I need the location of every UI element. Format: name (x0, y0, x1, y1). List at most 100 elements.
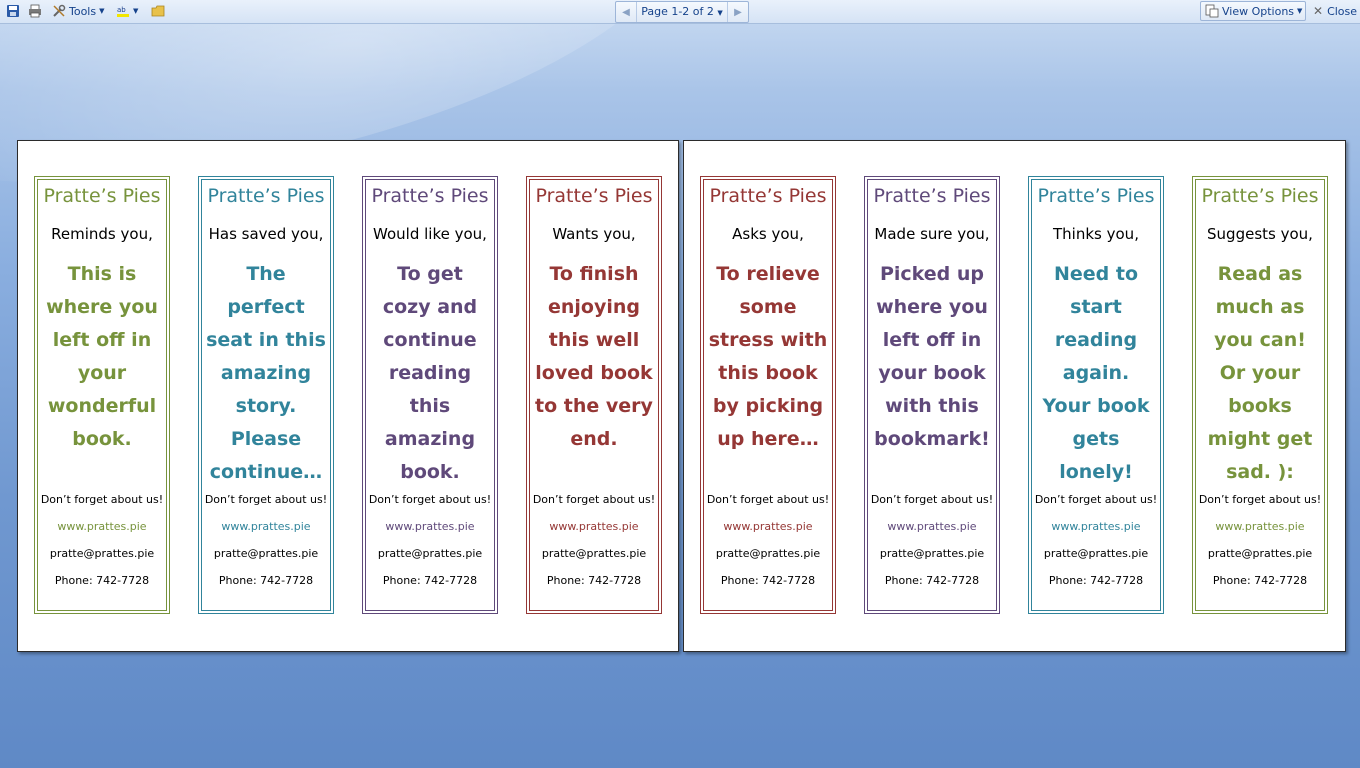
footer-phone: Phone: 742-7728 (54, 574, 150, 587)
bookmark-message: This is where you left off in your wonde… (46, 263, 158, 450)
bookmark-footer: Don’t forget about us! www.prattes.pie pra… (366, 486, 494, 594)
footer-phone: Phone: 742-7728 (1048, 574, 1144, 587)
footer-reminder: Don’t forget about us! (40, 493, 164, 506)
page-indicator[interactable]: Page 1-2 of 2 ▼ (636, 2, 728, 22)
arrow-left-icon: ◀ (622, 6, 630, 18)
bookmark-card: Pratte’s Pies Asks you, To relieve some st… (700, 176, 836, 614)
footer-reminder: Don’t forget about us! (368, 493, 492, 506)
bookmark-intro: Wants you, (552, 225, 636, 243)
bookmark-footer: Don’t forget about us! www.prattes.pie pra… (1196, 486, 1324, 594)
footer-website: www.prattes.pie (887, 520, 977, 533)
view-options-icon (1205, 4, 1219, 18)
bookmark-intro: Suggests you, (1207, 225, 1313, 243)
bookmark-card: Pratte’s Pies Reminds you, This is where y… (34, 176, 170, 614)
bookmark-inner-border: Pratte’s Pies Made sure you, Picked up whe… (867, 179, 997, 611)
footer-reminder: Don’t forget about us! (532, 493, 656, 506)
footer-phone: Phone: 742-7728 (1212, 574, 1308, 587)
open-folder-button[interactable] (151, 2, 165, 20)
bookmark-card: Pratte’s Pies Has saved you, The perfect s… (198, 176, 334, 614)
view-options-label: View Options (1222, 4, 1295, 18)
bookmark-message: The perfect seat in this amazing story. … (206, 263, 326, 483)
footer-website: www.prattes.pie (1215, 520, 1305, 533)
bookmark-message: To finish enjoying this well loved book … (535, 263, 653, 450)
footer-email: pratte@prattes.pie (715, 547, 821, 560)
bookmark-inner-border: Pratte’s Pies Suggests you, Read as much a… (1195, 179, 1325, 611)
bookmark-inner-border: Pratte’s Pies Reminds you, This is where y… (37, 179, 167, 611)
bookmark-message: Picked up where you left off in your boo… (874, 263, 990, 450)
footer-email: pratte@prattes.pie (1043, 547, 1149, 560)
close-button[interactable]: ✕ Close (1310, 1, 1360, 21)
footer-phone: Phone: 742-7728 (382, 574, 478, 587)
chevron-down-icon: ▼ (133, 7, 139, 15)
bookmark-message: Read as much as you can! Or your books m… (1207, 263, 1313, 483)
footer-website: www.prattes.pie (221, 520, 311, 533)
bookmark-intro: Reminds you, (51, 225, 153, 243)
bookmark-card: Pratte’s Pies Made sure you, Picked up whe… (864, 176, 1000, 614)
page-indicator-label: Page 1-2 of 2 (641, 5, 714, 18)
bookmark-title: Pratte’s Pies (43, 185, 161, 207)
save-icon (7, 5, 19, 17)
bookmark-card: Pratte’s Pies Suggests you, Read as much a… (1192, 176, 1328, 614)
chevron-down-icon: ▼ (1297, 7, 1303, 15)
footer-reminder: Don’t forget about us! (204, 493, 328, 506)
bookmark-inner-border: Pratte’s Pies Would like you, To get cozy … (365, 179, 495, 611)
bookmark-intro: Thinks you, (1053, 225, 1139, 243)
print-preview-toolbar: Tools ▼ ab ▼ ◀ Page 1-2 of 2 ▼ ▶ View Op… (0, 0, 1360, 24)
bookmark-title: Pratte’s Pies (535, 185, 653, 207)
footer-website: www.prattes.pie (57, 520, 147, 533)
footer-email: pratte@prattes.pie (1207, 547, 1313, 560)
tools-menu-button[interactable]: Tools ▼ (52, 2, 105, 20)
bookmark-inner-border: Pratte’s Pies Thinks you, Need to start re… (1031, 179, 1161, 611)
close-icon: ✕ (1313, 4, 1324, 18)
bookmark-title: Pratte’s Pies (1201, 185, 1319, 207)
bookmark-message: To get cozy and continue reading this am… (382, 263, 478, 483)
footer-phone: Phone: 742-7728 (218, 574, 314, 587)
arrow-right-icon: ▶ (734, 6, 742, 18)
bookmark-footer: Don’t forget about us! www.prattes.pie pra… (1032, 486, 1160, 594)
bookmark-intro: Would like you, (373, 225, 487, 243)
bookmark-card: Pratte’s Pies Wants you, To finish enjoyin… (526, 176, 662, 614)
bookmark-footer: Don’t forget about us! www.prattes.pie pra… (38, 486, 166, 594)
footer-website: www.prattes.pie (723, 520, 813, 533)
bookmark-inner-border: Pratte’s Pies Has saved you, The perfect s… (201, 179, 331, 611)
bookmark-footer: Don’t forget about us! www.prattes.pie pra… (704, 486, 832, 594)
bookmark-title: Pratte’s Pies (709, 185, 827, 207)
footer-website: www.prattes.pie (1051, 520, 1141, 533)
footer-email: pratte@prattes.pie (879, 547, 985, 560)
bookmark-message: Need to start reading again. Your book g… (1042, 263, 1150, 483)
footer-reminder: Don’t forget about us! (1198, 493, 1322, 506)
footer-phone: Phone: 742-7728 (720, 574, 816, 587)
previous-page-button[interactable]: ◀ (616, 2, 636, 22)
bookmark-title: Pratte’s Pies (371, 185, 489, 207)
print-button[interactable] (28, 2, 42, 20)
svg-text:ab: ab (117, 6, 126, 14)
close-label: Close (1327, 4, 1358, 18)
footer-email: pratte@prattes.pie (541, 547, 647, 560)
footer-email: pratte@prattes.pie (377, 547, 483, 560)
bookmark-intro: Made sure you, (874, 225, 990, 243)
chevron-down-icon: ▼ (99, 7, 105, 15)
next-page-button[interactable]: ▶ (728, 2, 748, 22)
save-button[interactable] (6, 2, 20, 20)
footer-website: www.prattes.pie (385, 520, 475, 533)
bookmark-intro: Asks you, (732, 225, 804, 243)
footer-phone: Phone: 742-7728 (546, 574, 642, 587)
page-navigator: ◀ Page 1-2 of 2 ▼ ▶ (615, 1, 749, 23)
footer-email: pratte@prattes.pie (49, 547, 155, 560)
highlight-button[interactable]: ab ▼ (116, 2, 138, 20)
bookmark-title: Pratte’s Pies (1037, 185, 1155, 207)
bookmark-message: To relieve some stress with this book by… (708, 263, 828, 450)
chevron-down-icon: ▼ (717, 9, 723, 17)
footer-phone: Phone: 742-7728 (884, 574, 980, 587)
printer-icon (29, 4, 41, 18)
tools-label: Tools (69, 4, 97, 18)
bookmark-footer: Don’t forget about us! www.prattes.pie pra… (202, 486, 330, 594)
bookmark-footer: Don’t forget about us! www.prattes.pie pra… (868, 486, 996, 594)
view-options-button[interactable]: View Options ▼ (1200, 1, 1306, 21)
footer-reminder: Don’t forget about us! (1034, 493, 1158, 506)
bookmark-inner-border: Pratte’s Pies Asks you, To relieve some st… (703, 179, 833, 611)
bookmark-title: Pratte’s Pies (873, 185, 991, 207)
bookmark-inner-border: Pratte’s Pies Wants you, To finish enjoyin… (529, 179, 659, 611)
bookmark-card: Pratte’s Pies Thinks you, Need to start re… (1028, 176, 1164, 614)
bookmark-intro: Has saved you, (208, 225, 324, 243)
